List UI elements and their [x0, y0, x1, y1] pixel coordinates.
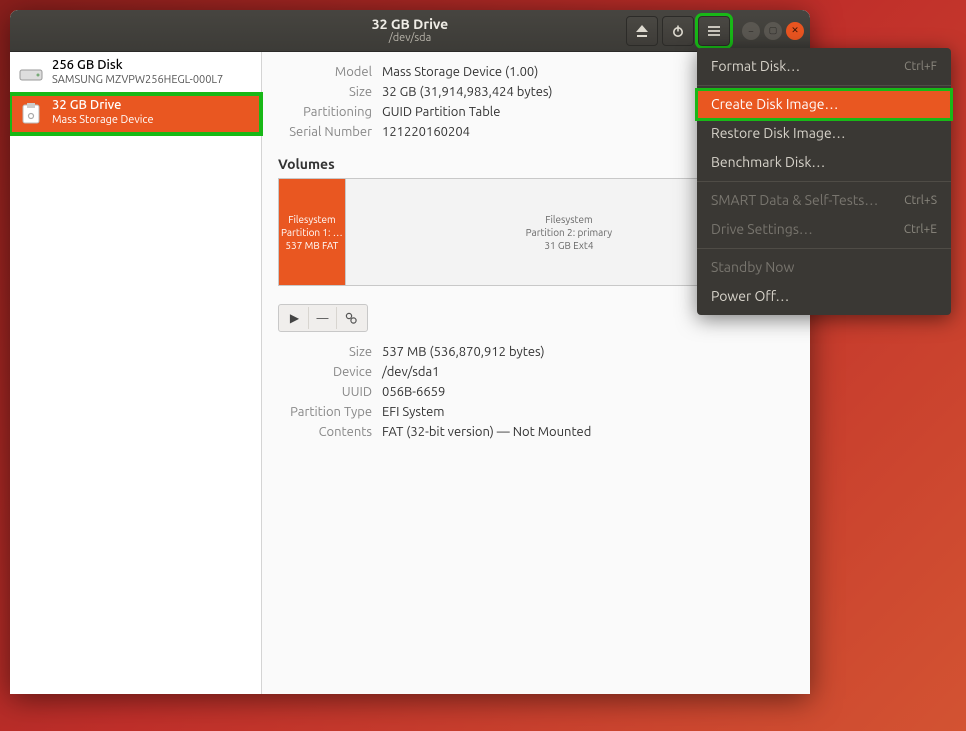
- menu-smart-data: SMART Data & Self-Tests… Ctrl+S: [697, 186, 951, 215]
- label-partitioning: Partitioning: [278, 105, 382, 119]
- titlebar-actions: – ▢ ✕: [626, 16, 810, 46]
- disk-item-256gb[interactable]: 256 GB Disk SAMSUNG MZVPW256HEGL-000L7: [10, 54, 261, 94]
- label-vol-uuid: UUID: [278, 385, 382, 399]
- volume-toolbar: ▶ —: [278, 304, 368, 332]
- sidebar: 256 GB Disk SAMSUNG MZVPW256HEGL-000L7 3…: [10, 52, 262, 694]
- menu-standby-now: Standby Now: [697, 253, 951, 282]
- value-vol-ptype: EFI System: [382, 405, 794, 419]
- menu-label: Benchmark Disk…: [711, 152, 825, 173]
- window-title: 32 GB Drive: [372, 17, 448, 32]
- value-vol-uuid: 056B-6659: [382, 385, 794, 399]
- vol-line: Partition 1: …: [281, 226, 343, 239]
- hdd-icon: [18, 61, 44, 87]
- minimize-button[interactable]: –: [742, 22, 760, 40]
- vol-line: Filesystem: [545, 213, 592, 226]
- delete-partition-button[interactable]: —: [309, 307, 337, 329]
- menu-format-disk[interactable]: Format Disk… Ctrl+F: [697, 52, 951, 81]
- menu-benchmark-disk[interactable]: Benchmark Disk…: [697, 148, 951, 177]
- menu-label: Format Disk…: [711, 56, 800, 77]
- label-serial: Serial Number: [278, 125, 382, 139]
- vol-line: 31 GB Ext4: [544, 239, 593, 252]
- close-button[interactable]: ✕: [786, 22, 804, 40]
- menu-label: Drive Settings…: [711, 219, 813, 240]
- label-model: Model: [278, 65, 382, 79]
- menu-label: Standby Now: [711, 257, 794, 278]
- maximize-button[interactable]: ▢: [764, 22, 782, 40]
- eject-button[interactable]: [626, 16, 658, 46]
- label-vol-device: Device: [278, 365, 382, 379]
- menu-accel: Ctrl+F: [904, 58, 937, 76]
- value-vol-contents: FAT (32-bit version) — Not Mounted: [382, 425, 794, 439]
- menu-label: SMART Data & Self-Tests…: [711, 190, 878, 211]
- vol-line: 537 MB FAT: [285, 239, 338, 252]
- menu-drive-settings: Drive Settings… Ctrl+E: [697, 215, 951, 244]
- vol-line: Partition 2: primary: [526, 226, 612, 239]
- disk-item-32gb[interactable]: 32 GB Drive Mass Storage Device: [10, 94, 261, 134]
- title-center: 32 GB Drive /dev/sda: [372, 17, 448, 44]
- power-button[interactable]: [662, 16, 694, 46]
- menu-accel: Ctrl+S: [904, 192, 937, 210]
- label-size: Size: [278, 85, 382, 99]
- menu-create-disk-image[interactable]: Create Disk Image…: [697, 90, 951, 119]
- hamburger-menu-button[interactable]: [698, 16, 730, 46]
- menu-separator: [697, 248, 951, 249]
- volume-partition-1[interactable]: Filesystem Partition 1: … 537 MB FAT: [279, 179, 346, 285]
- disk-subtitle: Mass Storage Device: [52, 114, 154, 127]
- vol-line: Filesystem: [288, 213, 335, 226]
- window-subtitle: /dev/sda: [372, 32, 448, 44]
- window-controls: – ▢ ✕: [742, 22, 804, 40]
- menu-separator: [697, 85, 951, 86]
- value-vol-size: 537 MB (536,870,912 bytes): [382, 345, 794, 359]
- menu-separator: [697, 181, 951, 182]
- menu-label: Restore Disk Image…: [711, 123, 846, 144]
- menu-label: Power Off…: [711, 286, 789, 307]
- disk-subtitle: SAMSUNG MZVPW256HEGL-000L7: [52, 74, 223, 87]
- label-vol-contents: Contents: [278, 425, 382, 439]
- label-vol-size: Size: [278, 345, 382, 359]
- content: 256 GB Disk SAMSUNG MZVPW256HEGL-000L7 3…: [10, 52, 810, 694]
- titlebar[interactable]: 32 GB Drive /dev/sda – ▢ ✕: [10, 10, 810, 52]
- drive-menu: Format Disk… Ctrl+F Create Disk Image… R…: [697, 48, 951, 315]
- disk-title: 32 GB Drive: [52, 98, 154, 114]
- label-vol-ptype: Partition Type: [278, 405, 382, 419]
- menu-power-off[interactable]: Power Off…: [697, 282, 951, 311]
- menu-restore-disk-image[interactable]: Restore Disk Image…: [697, 119, 951, 148]
- menu-label: Create Disk Image…: [711, 94, 838, 115]
- disk-title: 256 GB Disk: [52, 58, 223, 74]
- menu-accel: Ctrl+E: [904, 221, 937, 239]
- usb-icon: [18, 101, 44, 127]
- value-vol-device: /dev/sda1: [382, 365, 794, 379]
- partition-settings-button[interactable]: [337, 307, 365, 329]
- disks-window: 32 GB Drive /dev/sda – ▢ ✕: [10, 10, 810, 694]
- mount-button[interactable]: ▶: [281, 307, 309, 329]
